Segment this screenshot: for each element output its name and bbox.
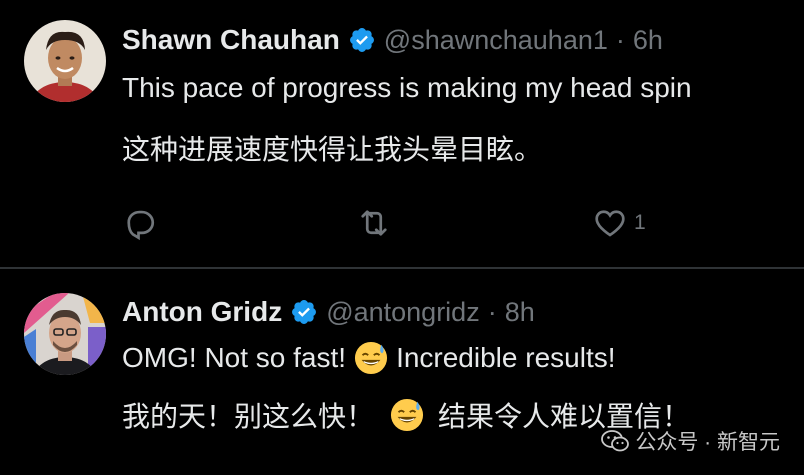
tweet-text-en: This pace of progress is making my head … (122, 72, 692, 103)
timestamp[interactable]: 6h (633, 25, 663, 56)
author-handle[interactable]: @shawnchauhan1 (384, 25, 608, 56)
tweet-text-zh-part1: 我的天！别这么快！ (122, 401, 375, 432)
like-count: 1 (634, 211, 646, 234)
separator-dot: · (487, 296, 497, 327)
author-name[interactable]: Anton Gridz (122, 296, 282, 328)
verified-badge-icon (292, 300, 317, 324)
separator-dot: · (615, 24, 625, 55)
like-button[interactable]: 1 (592, 205, 646, 241)
retweet-button[interactable] (356, 205, 392, 241)
tweet-shawn-chauhan[interactable]: Shawn Chauhan @shawnchauhan1 · 6h This p… (0, 0, 804, 268)
heart-icon (595, 210, 625, 237)
tweet-text-en-part2: Incredible results! (396, 342, 616, 373)
reply-icon (127, 210, 155, 241)
tweet-text-english: This pace of progress is making my head … (122, 72, 692, 104)
author-handle[interactable]: @antongridz (326, 297, 480, 328)
verified-badge-icon (349, 28, 374, 52)
author-name[interactable]: Shawn Chauhan (122, 24, 340, 56)
retweet-icon (361, 210, 387, 236)
tweet-text-zh: 这种进展速度快得让我头晕目眩。 (122, 134, 543, 165)
grinning-face-with-sweat-icon (390, 398, 424, 432)
tweet-header: Anton Gridz @antongridz · 8h (122, 296, 535, 328)
tweet-text-chinese: 这种进展速度快得让我头晕目眩。 (122, 128, 542, 168)
grinning-face-with-sweat-icon (355, 341, 388, 375)
watermark: 公众号 · 新智元 (601, 426, 780, 456)
avatar-anton-gridz[interactable] (24, 293, 106, 375)
wechat-icon (601, 430, 630, 452)
tweet-actions: 1 (0, 205, 804, 241)
avatar-shawn-chauhan[interactable] (24, 20, 106, 102)
tweet-text-english: OMG! Not so fast! Incredible results! (122, 341, 616, 375)
timestamp[interactable]: 8h (505, 297, 535, 328)
watermark-text: 公众号 · 新智元 (635, 431, 780, 454)
tweet-header: Shawn Chauhan @shawnchauhan1 · 6h (122, 24, 663, 56)
tweet-text-en-part1: OMG! Not so fast! (122, 342, 347, 373)
reply-button[interactable] (122, 205, 158, 241)
